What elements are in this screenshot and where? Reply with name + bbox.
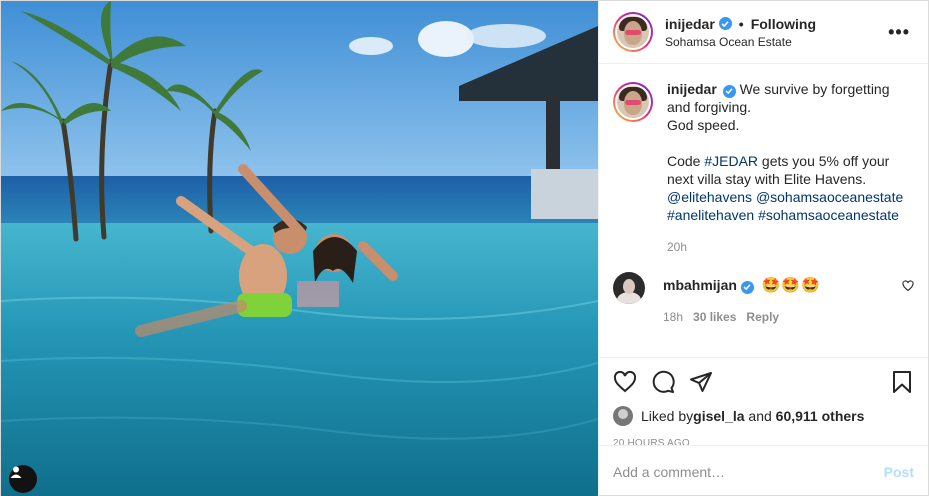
post-dialog: inijedar • Following Sohamsa Ocean Estat…	[0, 0, 929, 496]
mention-sohamsaoceanestate[interactable]: @sohamsaoceanestate	[756, 189, 903, 205]
verified-badge-icon	[722, 84, 736, 98]
author-avatar[interactable]	[613, 12, 653, 52]
pool-scene-image	[1, 1, 598, 496]
comment-like-heart-icon[interactable]	[902, 280, 914, 292]
hashtag-sohamsaoceanestate[interactable]: #sohamsaoceanestate	[758, 207, 899, 223]
like-heart-icon[interactable]	[613, 370, 637, 394]
comments-list: inijedar We survive by forgetting and fo…	[599, 64, 928, 357]
post-photo[interactable]	[1, 1, 598, 496]
post-comment-button[interactable]: Post	[884, 464, 914, 480]
likes-middle: and	[744, 408, 776, 424]
comment-likes[interactable]: 30 likes	[693, 310, 736, 324]
comment-time[interactable]: 18h	[663, 310, 683, 324]
separator-dot: •	[738, 15, 744, 32]
caption-author-avatar[interactable]	[613, 82, 653, 122]
post-side-panel: inijedar • Following Sohamsa Ocean Estat…	[598, 1, 928, 496]
comment-reply-button[interactable]: Reply	[746, 310, 779, 324]
caption-time[interactable]: 20h	[667, 238, 914, 256]
comment-text: 🤩🤩🤩	[761, 277, 821, 294]
mention-elitehavens[interactable]: @elitehavens	[667, 189, 752, 205]
hashtag-jedar[interactable]: #JEDAR	[704, 153, 758, 169]
author-username[interactable]: inijedar	[665, 16, 715, 32]
share-paper-plane-icon[interactable]	[689, 370, 713, 394]
user-icon	[10, 466, 22, 478]
likes-summary: Liked by gisel_la and 60,911 others	[613, 406, 914, 426]
commenter-username[interactable]: mbahmijan	[663, 277, 737, 293]
hashtag-anelitehaven[interactable]: #anelitehaven	[667, 207, 754, 223]
add-comment-bar: Post	[599, 445, 928, 496]
save-bookmark-icon[interactable]	[890, 370, 914, 394]
add-comment-input[interactable]	[613, 463, 884, 480]
liker-avatar[interactable]	[613, 406, 633, 426]
liker-username[interactable]: gisel_la	[693, 408, 744, 424]
post-header: inijedar • Following Sohamsa Ocean Estat…	[599, 1, 928, 64]
verified-badge-icon	[718, 17, 732, 30]
following-button[interactable]: Following	[751, 16, 816, 32]
more-options-icon[interactable]: •••	[884, 22, 914, 43]
caption: inijedar We survive by forgetting and fo…	[613, 80, 914, 256]
comment-bubble-icon[interactable]	[651, 370, 675, 394]
verified-badge-icon	[740, 280, 754, 294]
caption-username[interactable]: inijedar	[667, 81, 717, 97]
likes-count[interactable]: 60,911 others	[776, 408, 865, 424]
comment-item: mbahmijan 🤩🤩🤩 18h 30 likes Reply	[613, 272, 914, 324]
commenter-avatar[interactable]	[613, 272, 645, 304]
likes-prefix: Liked by	[641, 408, 694, 424]
caption-line-3-pre: Code	[667, 153, 705, 169]
tagged-users-button[interactable]	[9, 465, 37, 493]
post-location[interactable]: Sohamsa Ocean Estate	[665, 35, 884, 49]
caption-line-2: God speed.	[667, 117, 740, 133]
